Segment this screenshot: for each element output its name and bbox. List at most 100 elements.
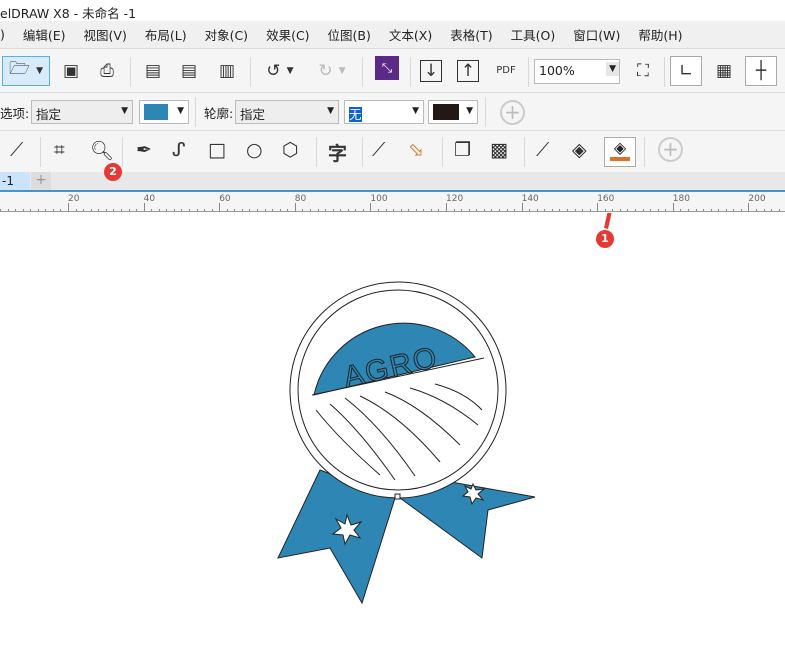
fill-color-picker[interactable]: ▼ bbox=[139, 100, 189, 124]
menu-file-partial[interactable]: ) bbox=[0, 27, 5, 42]
full-screen-button[interactable]: ⛶ bbox=[628, 56, 658, 86]
ruler-tick bbox=[756, 209, 757, 211]
ellipse-icon[interactable]: ○ bbox=[246, 139, 263, 161]
undo-icon: ↺ bbox=[266, 60, 281, 81]
menu-effects[interactable]: 效果(C) bbox=[266, 25, 309, 44]
show-guidelines-button[interactable]: ┼ bbox=[745, 55, 777, 86]
import-icon: ↓ bbox=[419, 59, 443, 82]
menu-layout[interactable]: 布局(L) bbox=[145, 25, 187, 44]
crop-icon[interactable]: ⌗ bbox=[54, 139, 65, 161]
ruler-tick bbox=[385, 209, 387, 211]
ruler-tick bbox=[740, 209, 742, 211]
outline-width-select[interactable]: 无 ▼ bbox=[344, 100, 424, 124]
ruler-tick bbox=[544, 209, 546, 211]
menu-help[interactable]: 帮助(H) bbox=[638, 25, 682, 44]
dimension-icon[interactable]: ⟋ bbox=[372, 139, 385, 161]
ruler-tick bbox=[355, 209, 357, 211]
save-button[interactable]: ▣ bbox=[58, 56, 84, 86]
text-tool-icon[interactable]: 字 bbox=[328, 139, 347, 166]
freehand-pick-icon[interactable]: ⟋ bbox=[10, 139, 23, 161]
open-button[interactable]: 🗁 ▼ bbox=[2, 55, 50, 86]
menu-tools[interactable]: 工具(O) bbox=[511, 25, 556, 44]
copy-button[interactable]: ▤ bbox=[176, 56, 202, 86]
artistic-media-icon[interactable]: ᔑ bbox=[172, 139, 186, 161]
ruler-tick bbox=[249, 209, 251, 211]
ruler-tick bbox=[574, 209, 576, 211]
new-tab-button[interactable]: + bbox=[31, 172, 51, 190]
import-button[interactable]: ↓ bbox=[418, 56, 444, 86]
ruler-tick bbox=[272, 209, 274, 211]
cut-button[interactable]: ▤ bbox=[140, 56, 166, 86]
ruler-label: 20 bbox=[68, 194, 80, 204]
interactive-fill-icon[interactable]: ◈ bbox=[572, 139, 587, 161]
smart-fill-tool[interactable]: ◈ bbox=[604, 137, 636, 167]
ruler-tick bbox=[718, 209, 720, 211]
paste-button[interactable]: ▥ bbox=[214, 56, 240, 86]
outline-color-picker[interactable]: ▼ bbox=[428, 100, 478, 124]
export-icon: ↑ bbox=[456, 59, 480, 82]
polygon-icon[interactable]: ⬡ bbox=[282, 139, 299, 161]
ruler-tick bbox=[498, 209, 500, 211]
ruler-tick bbox=[0, 209, 1, 211]
rectangle-icon[interactable]: □ bbox=[208, 139, 226, 161]
print-button[interactable]: ⎙ bbox=[94, 56, 120, 86]
add-tool-button[interactable]: + bbox=[658, 137, 683, 162]
ruler-tick bbox=[627, 209, 629, 211]
ruler-tick bbox=[317, 209, 319, 211]
zoom-icon[interactable]: 🔍︎ bbox=[90, 139, 114, 162]
transparency-icon[interactable]: ▩ bbox=[490, 139, 508, 161]
drop-shadow-icon[interactable]: ❐ bbox=[454, 139, 471, 161]
ruler-tick bbox=[151, 209, 153, 211]
ruler-tick bbox=[506, 209, 508, 211]
outline-mode-select[interactable]: 指定 ▼ bbox=[235, 100, 339, 124]
menu-view[interactable]: 视图(V) bbox=[84, 25, 127, 44]
smart-fill-icon: ◈ bbox=[613, 138, 627, 157]
fill-mode-select[interactable]: 指定 ▼ bbox=[31, 100, 133, 124]
eyedropper-icon[interactable]: ⟋ bbox=[536, 139, 549, 161]
ruler-tick bbox=[680, 209, 682, 211]
menu-text[interactable]: 文本(X) bbox=[389, 25, 432, 44]
show-rulers-button[interactable]: ∟ bbox=[670, 55, 702, 86]
connector-icon[interactable]: ⬂ bbox=[408, 139, 424, 161]
fill-mode-value: 指定 bbox=[36, 107, 62, 122]
menu-edit[interactable]: 编辑(E) bbox=[23, 25, 66, 44]
ruler-tick bbox=[257, 209, 259, 211]
ruler-tick bbox=[710, 209, 712, 211]
menu-bar: ) 编辑(E) 视图(V) 布局(L) 对象(C) 效果(C) 位图(B) 文本… bbox=[0, 21, 785, 48]
ruler-label: 40 bbox=[143, 194, 156, 204]
ruler-tick bbox=[75, 209, 77, 211]
document-tab[interactable]: -1 bbox=[0, 172, 30, 190]
zoom-level-select[interactable]: 100% ▼ bbox=[534, 59, 620, 84]
show-grid-button[interactable]: ▦ bbox=[708, 56, 740, 86]
ruler-tick bbox=[771, 209, 773, 211]
corel-connect-button[interactable]: ⤡ bbox=[375, 56, 399, 80]
ruler-tick bbox=[325, 209, 327, 211]
menu-bitmap[interactable]: 位图(B) bbox=[328, 25, 371, 44]
publish-pdf-button[interactable]: PDF bbox=[491, 56, 521, 86]
menu-table[interactable]: 表格(T) bbox=[450, 25, 492, 44]
menu-window[interactable]: 窗口(W) bbox=[573, 25, 620, 44]
ruler-label: 80 bbox=[294, 194, 307, 204]
add-button[interactable]: + bbox=[500, 100, 525, 125]
ruler-tick bbox=[521, 203, 523, 211]
horizontal-ruler[interactable]: 20 40 60 80 100 120 140 160 180 200 bbox=[0, 192, 785, 212]
ruler-tick bbox=[423, 209, 425, 211]
redo-button[interactable]: ↻ ▼ bbox=[310, 56, 354, 86]
outline-label: 轮廓: bbox=[204, 106, 234, 121]
ruler-tick bbox=[60, 209, 62, 211]
copy-icon: ▤ bbox=[180, 60, 198, 81]
ruler-tick bbox=[612, 209, 614, 211]
grid-icon: ▦ bbox=[715, 60, 733, 81]
drawing-canvas[interactable]: AGRO bbox=[0, 213, 785, 647]
ruler-tick bbox=[136, 209, 138, 211]
ruler-tick bbox=[309, 209, 311, 211]
menu-object[interactable]: 对象(C) bbox=[205, 25, 248, 44]
title-bar: elDRAW X8 - 未命名 -1 bbox=[0, 0, 785, 21]
pen-icon[interactable]: ✒ bbox=[136, 139, 152, 161]
ruler-tick bbox=[113, 209, 115, 211]
export-button[interactable]: ↑ bbox=[455, 56, 481, 86]
undo-button[interactable]: ↺ ▼ bbox=[258, 56, 302, 86]
ruler-label: 160 bbox=[597, 194, 615, 204]
ruler-label: 180 bbox=[672, 194, 690, 204]
ruler-tick bbox=[650, 209, 652, 211]
